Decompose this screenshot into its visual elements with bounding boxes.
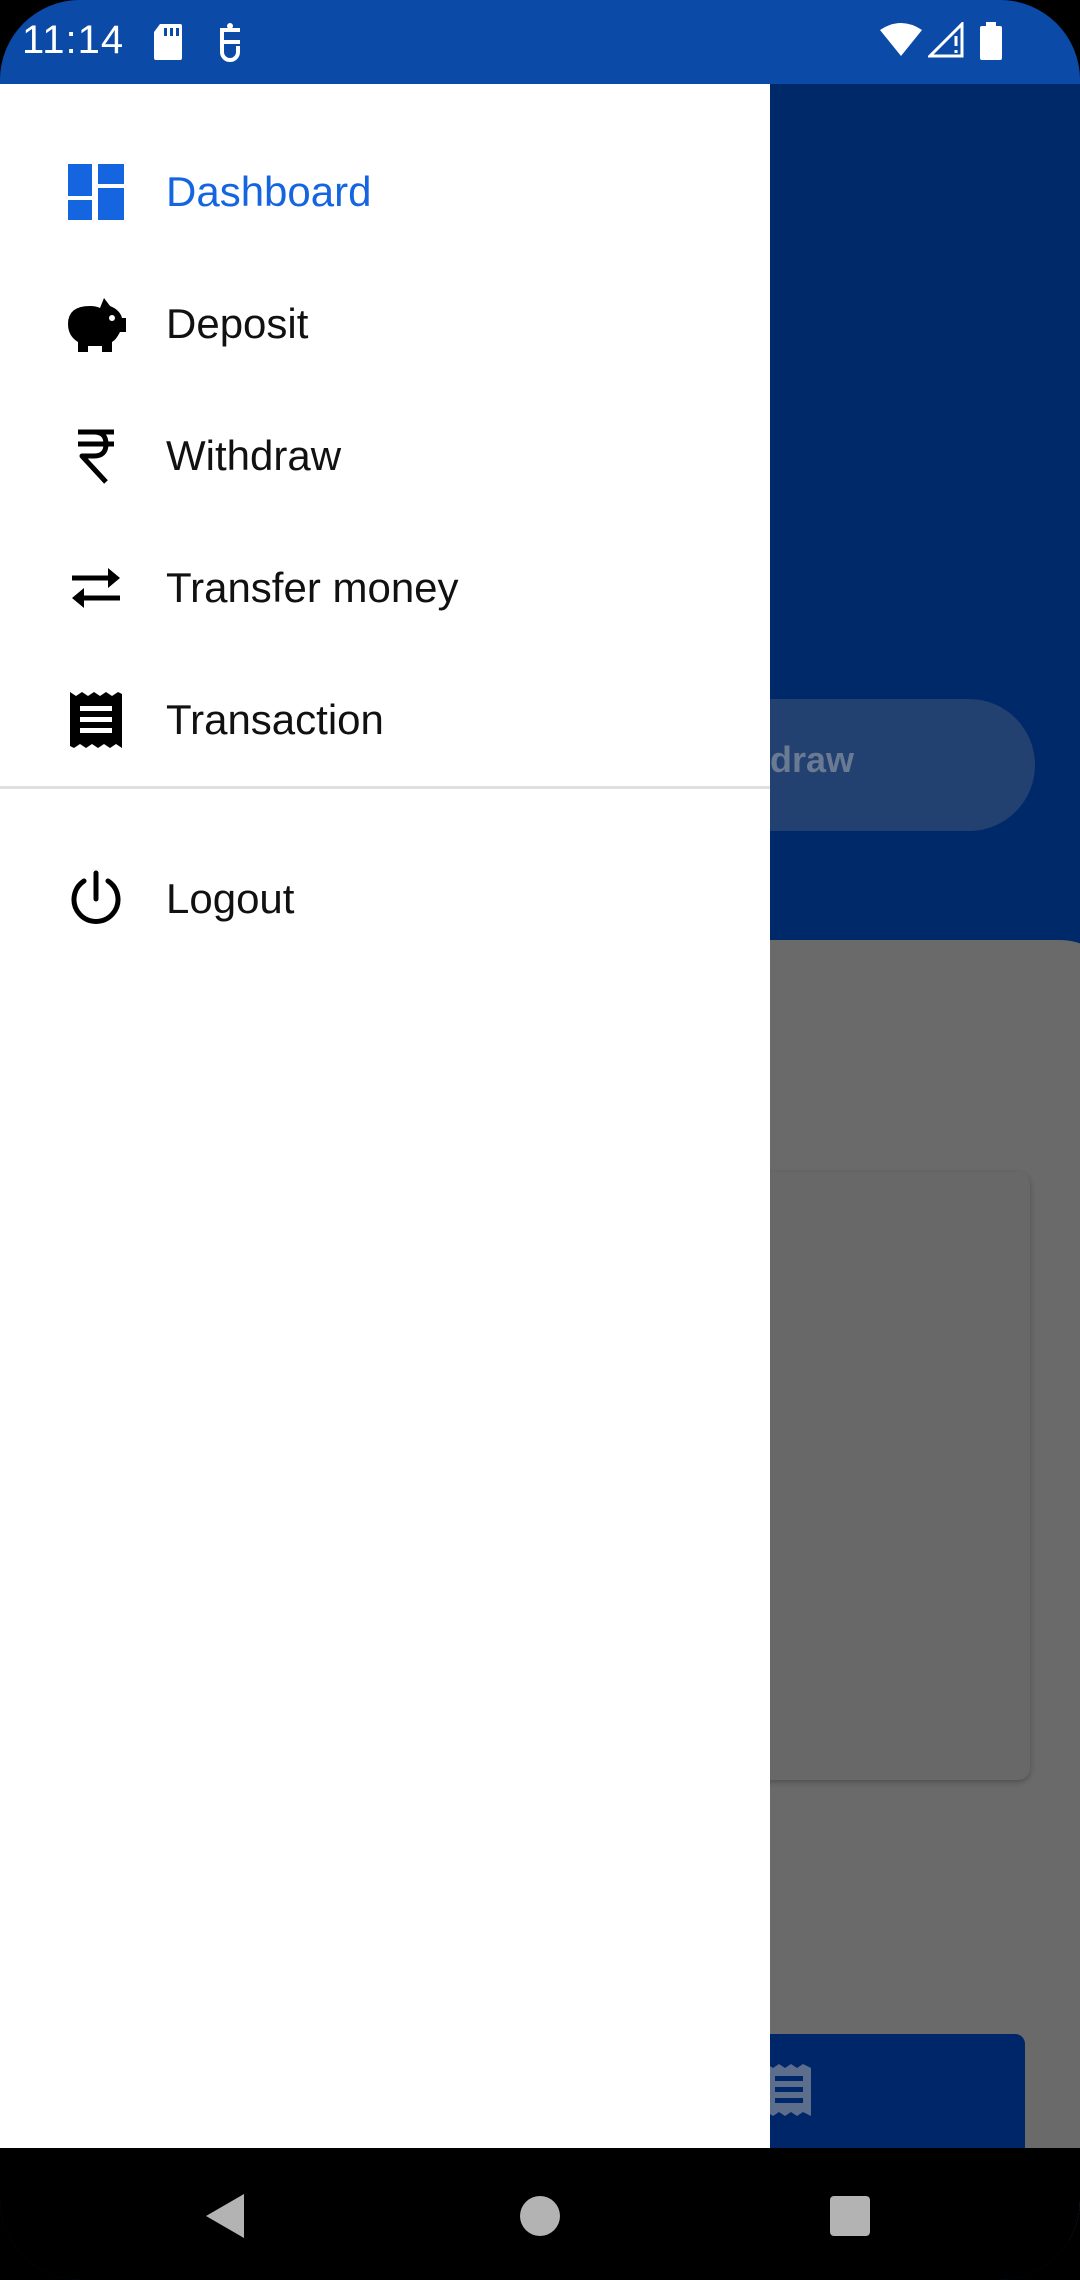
screen: 11:14 4 thdraw [0, 0, 1080, 2280]
navigation-drawer: Dashboard Deposit Withdraw Transfer mone… [0, 84, 770, 2148]
receipt-icon [70, 692, 122, 748]
dashboard-icon [68, 164, 124, 220]
drawer-item-label: Logout [166, 875, 295, 922]
drawer-item-label: Deposit [166, 300, 309, 347]
drawer-item-label: Dashboard [166, 168, 372, 215]
accessibility-icon [220, 23, 240, 62]
drawer-divider [0, 786, 770, 789]
signal-icon [928, 22, 964, 58]
back-icon[interactable] [204, 2192, 248, 2240]
drawer-item-transfer-money[interactable]: Transfer money [0, 528, 770, 648]
rupee-icon [78, 429, 114, 484]
transfer-arrows-icon [72, 568, 120, 608]
drawer-item-dashboard[interactable]: Dashboard [0, 132, 770, 252]
recents-icon[interactable] [828, 2194, 872, 2238]
status-bar: 11:14 [0, 0, 1080, 84]
drawer-item-logout[interactable]: Logout [0, 839, 770, 959]
status-time: 11:14 [22, 18, 125, 62]
drawer-item-label: Transfer money [166, 564, 459, 611]
home-icon[interactable] [518, 2194, 562, 2238]
piggy-bank-icon [68, 298, 126, 352]
drawer-item-label: Withdraw [166, 432, 342, 479]
drawer-item-deposit[interactable]: Deposit [0, 264, 770, 384]
receipt-icon [767, 2064, 811, 2116]
sd-card-icon [154, 24, 182, 60]
battery-icon [980, 22, 1002, 60]
drawer-item-transaction[interactable]: Transaction [0, 660, 770, 780]
drawer-item-withdraw[interactable]: Withdraw [0, 396, 770, 516]
wifi-icon [880, 23, 922, 56]
system-nav-bar [0, 2148, 1080, 2280]
power-icon [71, 870, 121, 924]
drawer-item-label: Transaction [166, 696, 384, 743]
